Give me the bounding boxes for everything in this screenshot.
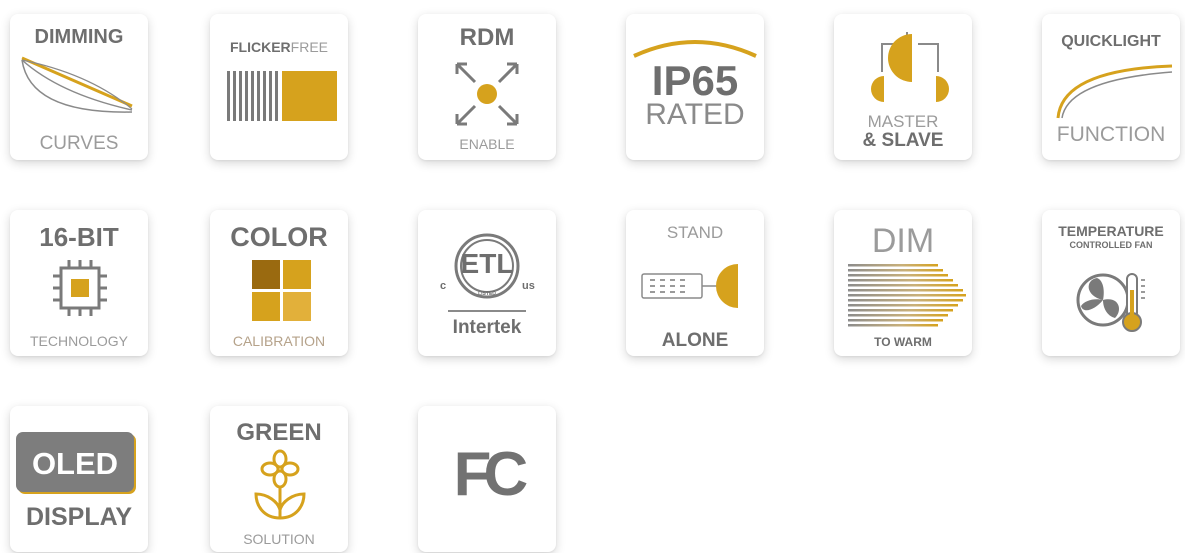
dim-to-warm-icon bbox=[848, 264, 966, 327]
tile-title: TEMPERATURE bbox=[1058, 223, 1164, 239]
etl-us-label: us bbox=[522, 280, 535, 292]
tile-title: RDM bbox=[459, 24, 515, 51]
tile-title: DIMMING bbox=[34, 26, 124, 48]
tile-dim-to-warm: DIM TO WARM bbox=[834, 210, 972, 356]
tile-title: STAND bbox=[666, 223, 724, 242]
tile-subtitle: CURVES bbox=[39, 133, 119, 154]
tile-dimming-curves: DIMMING CURVES bbox=[10, 14, 148, 160]
tile-subtitle: ENABLE bbox=[459, 136, 515, 152]
tile-subtitle: RATED bbox=[645, 98, 745, 131]
intertek-divider bbox=[448, 310, 526, 312]
tile-subtitle: CONTROLLED FAN bbox=[1069, 240, 1153, 250]
flicker-label: FLICKER bbox=[229, 39, 291, 55]
tile-fcc: FC bbox=[418, 406, 556, 552]
tile-title: GREEN bbox=[236, 419, 322, 446]
flicker-free-icon bbox=[227, 71, 337, 121]
tile-etl-listed: ETL LISTED c us Intertek bbox=[418, 210, 556, 356]
tile-line1: MASTER bbox=[867, 112, 939, 131]
tile-title: FLICKERFREE bbox=[210, 40, 348, 54]
tile-title: QUICKLIGHT bbox=[1061, 33, 1161, 50]
etl-c-label: c bbox=[440, 280, 447, 292]
color-calibration-icon bbox=[252, 260, 311, 321]
tile-temperature-fan: TEMPERATURE CONTROLLED FAN bbox=[1042, 210, 1180, 356]
tile-quicklight: QUICKLIGHT FUNCTION bbox=[1042, 14, 1180, 160]
fan-thermometer-icon bbox=[1076, 273, 1145, 332]
tile-title: COLOR bbox=[230, 222, 328, 252]
tile-title: OLED bbox=[31, 446, 119, 481]
tile-subtitle: DISPLAY bbox=[25, 503, 133, 531]
free-label: FREE bbox=[290, 39, 328, 55]
tile-subtitle: SOLUTION bbox=[243, 531, 315, 547]
stand-alone-icon bbox=[641, 264, 738, 308]
tile-subtitle: Intertek bbox=[452, 317, 522, 338]
etl-listed-label: LISTED bbox=[478, 291, 496, 297]
tile-title: DIM bbox=[871, 222, 935, 260]
tile-stand-alone: STAND ALONE bbox=[626, 210, 764, 356]
tile-master-slave: MASTER & SLAVE bbox=[834, 14, 972, 160]
tile-line2: & SLAVE bbox=[862, 130, 944, 151]
tile-subtitle: CALIBRATION bbox=[232, 333, 326, 349]
tile-subtitle: FUNCTION bbox=[1056, 123, 1166, 146]
dimming-curves-icon bbox=[21, 56, 133, 113]
tile-title: IP65 bbox=[651, 57, 739, 104]
tile-green-solution: GREEN SOLUTION bbox=[210, 406, 348, 552]
quicklight-icon bbox=[1056, 64, 1173, 119]
tile-title: 16-BIT bbox=[39, 222, 119, 252]
tile-rdm: RDM ENABLE bbox=[418, 14, 556, 160]
tile-color-calibration: COLOR CALIBRATION bbox=[210, 210, 348, 356]
tile-subtitle: ALONE bbox=[661, 330, 729, 351]
tile-flicker-free: FLICKERFREE bbox=[210, 14, 348, 160]
master-slave-icon bbox=[871, 32, 949, 102]
tile-oled-display: OLED DISPLAY bbox=[10, 406, 148, 552]
etl-label: ETL bbox=[460, 248, 514, 279]
chip-icon bbox=[53, 260, 107, 316]
tile-subtitle: TECHNOLOGY bbox=[29, 333, 128, 349]
leaf-icon bbox=[254, 449, 306, 520]
rdm-icon bbox=[455, 62, 519, 126]
tile-ip65: IP65 RATED bbox=[626, 14, 764, 160]
tile-subtitle: TO WARM bbox=[874, 335, 932, 349]
tile-16-bit: 16-BIT TECHNOLOGY bbox=[10, 210, 148, 356]
fcc-icon: FC bbox=[453, 440, 529, 509]
